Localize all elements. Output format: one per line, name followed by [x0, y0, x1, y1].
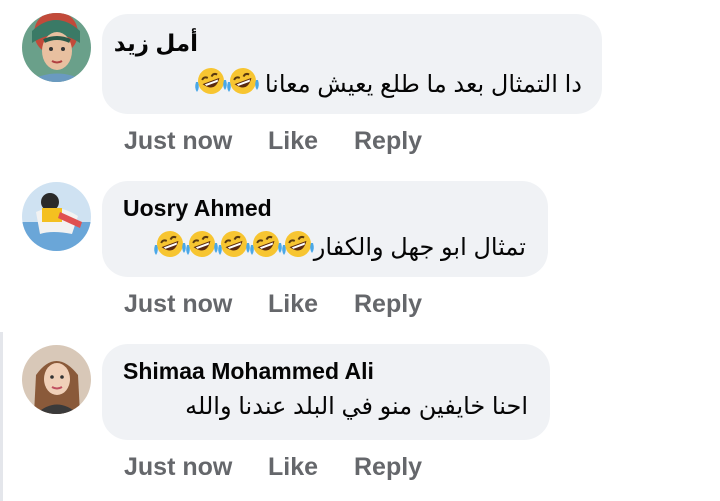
laughing-crying-emoji-icon [281, 229, 315, 259]
emoji-group [195, 66, 259, 103]
reply-button[interactable]: Reply [354, 127, 422, 156]
comment-text: احنا خايفين منو في البلد عندنا والله [185, 392, 528, 421]
author-name[interactable]: أمل زيد [114, 30, 198, 57]
comment-text-content: دا التمثال بعد ما طلع يعيش معانا [264, 71, 582, 98]
emoji-group [153, 229, 315, 266]
laughing-crying-emoji-icon [194, 66, 228, 96]
comment-text: دا التمثال بعد ما طلع يعيش معانا [195, 66, 582, 103]
avatar[interactable] [22, 13, 91, 82]
comment-bubble: Shimaa Mohammed Ali احنا خايفين منو في ا… [102, 344, 550, 440]
laughing-crying-emoji-icon [217, 229, 251, 259]
avatar[interactable] [22, 182, 91, 251]
avatar[interactable] [22, 345, 91, 414]
timestamp[interactable]: Just now [124, 290, 232, 319]
like-button[interactable]: Like [268, 127, 318, 156]
comment-bubble: Uosry Ahmed تمثال ابو جهل والكفار [102, 181, 548, 277]
laughing-crying-emoji-icon [249, 229, 283, 259]
reply-button[interactable]: Reply [354, 290, 422, 319]
laughing-crying-emoji-icon [185, 229, 219, 259]
comment-text-content: احنا خايفين منو في البلد عندنا والله [185, 393, 528, 420]
comment-bubble: أمل زيد دا التمثال بعد ما طلع يعيش معانا [102, 14, 602, 114]
timestamp[interactable]: Just now [124, 453, 232, 482]
comment-text: تمثال ابو جهل والكفار [153, 229, 526, 266]
reply-button[interactable]: Reply [354, 453, 422, 482]
thread-rail [0, 332, 3, 501]
laughing-crying-emoji-icon [226, 66, 260, 96]
like-button[interactable]: Like [268, 290, 318, 319]
author-name[interactable]: Shimaa Mohammed Ali [123, 358, 374, 385]
laughing-crying-emoji-icon [153, 229, 187, 259]
like-button[interactable]: Like [268, 453, 318, 482]
timestamp[interactable]: Just now [124, 127, 232, 156]
author-name[interactable]: Uosry Ahmed [123, 195, 272, 222]
comment-text-content: تمثال ابو جهل والكفار [313, 234, 526, 261]
